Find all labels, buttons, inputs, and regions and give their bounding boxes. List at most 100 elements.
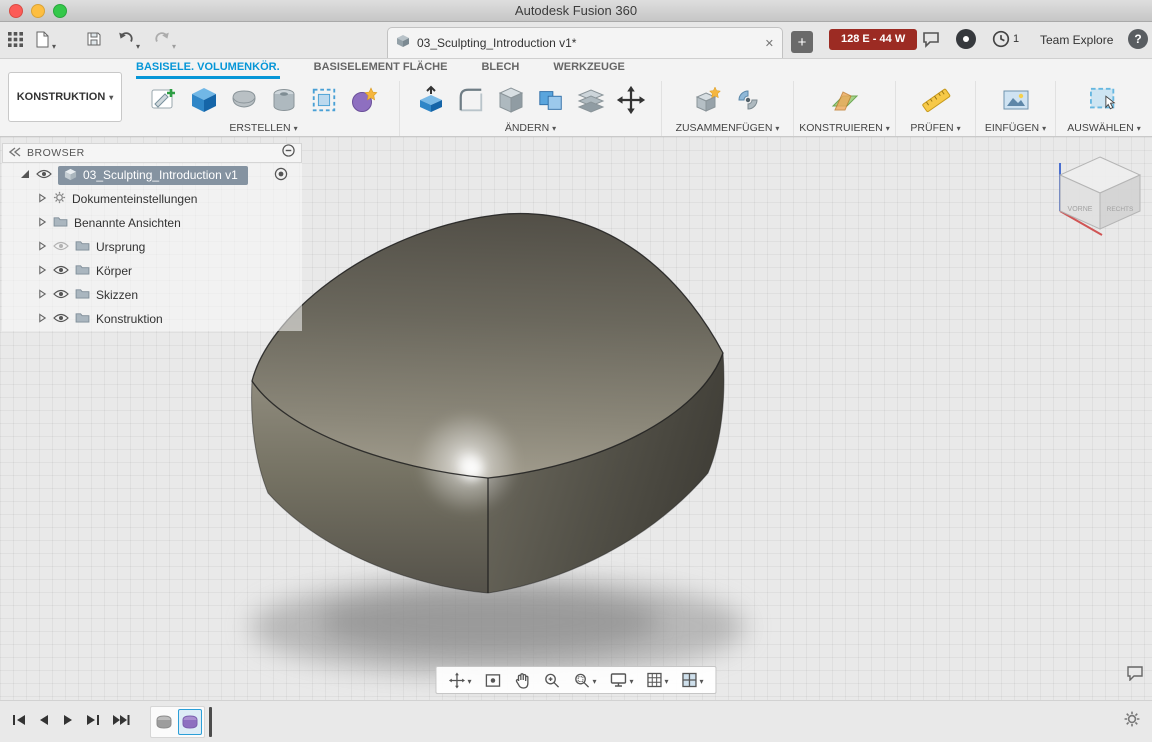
window-title: Autodesk Fusion 360 <box>514 3 638 18</box>
konstruieren-caret-icon <box>886 122 890 134</box>
konstruieren-dropdown[interactable]: KONSTRUIEREN <box>799 122 889 134</box>
step-back-button[interactable] <box>38 713 50 731</box>
root-visibility-eye-icon[interactable] <box>36 168 52 182</box>
pan-hand-button[interactable] <box>514 672 530 689</box>
tab-basiselement-flaeche[interactable]: BASISELEMENT FLÄCHE <box>314 61 448 79</box>
new-component-button[interactable] <box>691 83 725 117</box>
erstellen-dropdown[interactable]: ERSTELLEN <box>229 122 297 134</box>
tab-werkzeuge[interactable]: WERKZEUGE <box>553 61 625 79</box>
undo-caret-icon[interactable] <box>136 36 140 54</box>
box-primitive-button[interactable] <box>187 83 221 117</box>
activate-component-radio[interactable] <box>274 167 288 184</box>
expand-icon[interactable] <box>38 240 47 254</box>
expand-icon[interactable] <box>38 312 47 326</box>
timeline-feature-form-edit[interactable] <box>178 708 202 735</box>
zusammenfuegen-dropdown[interactable]: ZUSAMMENFÜGEN <box>676 122 780 134</box>
pattern-button[interactable] <box>307 83 341 117</box>
expand-icon[interactable] <box>38 288 47 302</box>
viewports-button[interactable] <box>682 671 704 689</box>
job-status-clock-icon[interactable] <box>992 30 1010 53</box>
browser-root-row[interactable]: 03_Sculpting_Introduction v1 <box>2 163 302 187</box>
zoom-window-button[interactable] <box>53 4 67 18</box>
look-at-button[interactable] <box>484 673 501 688</box>
canvas-comment-icon[interactable] <box>1126 665 1144 686</box>
move-button[interactable] <box>614 83 648 117</box>
expand-icon[interactable] <box>38 216 47 230</box>
visibility-eye-off-icon[interactable] <box>53 240 69 254</box>
redo-caret-icon[interactable] <box>172 36 176 54</box>
document-tab[interactable]: 03_Sculpting_Introduction v1* <box>387 27 783 58</box>
help-button[interactable]: ? <box>1128 29 1148 49</box>
close-tab-icon[interactable] <box>765 34 774 52</box>
fillet-button[interactable] <box>454 83 488 117</box>
orbit-button[interactable] <box>448 671 471 689</box>
collapse-all-icon[interactable] <box>282 144 295 162</box>
file-menu-icon[interactable] <box>34 31 50 53</box>
auswaehlen-dropdown[interactable]: AUSWÄHLEN <box>1067 122 1141 134</box>
combine-button[interactable] <box>534 83 568 117</box>
comments-icon[interactable] <box>922 31 940 53</box>
zoom-button[interactable] <box>543 672 560 689</box>
app-launcher-icon[interactable] <box>8 32 23 52</box>
browser-row-dokumenteinstellungen[interactable]: Dokumenteinstellungen <box>2 187 302 211</box>
fit-button[interactable] <box>573 671 596 689</box>
browser-row-benannte-ansichten[interactable]: Benannte Ansichten <box>2 211 302 235</box>
display-settings-button[interactable] <box>609 671 633 689</box>
visibility-eye-icon[interactable] <box>53 288 69 302</box>
browser-row-konstruktion[interactable]: Konstruktion <box>2 307 302 331</box>
browser-row-ursprung[interactable]: Ursprung <box>2 235 302 259</box>
close-window-button[interactable] <box>9 4 23 18</box>
save-button[interactable] <box>86 31 102 52</box>
play-button[interactable] <box>62 713 74 731</box>
viewport-canvas[interactable]: VORNE RECHTS BROWSER 03_Sculpting_Introd… <box>0 137 1152 700</box>
browser-row-skizzen[interactable]: Skizzen <box>2 283 302 307</box>
visibility-eye-icon[interactable] <box>53 312 69 326</box>
press-pull-button[interactable] <box>414 83 448 117</box>
create-sketch-button[interactable] <box>147 83 181 117</box>
rounded-form-button[interactable] <box>227 83 261 117</box>
select-button[interactable] <box>1087 83 1121 117</box>
construction-plane-button[interactable] <box>828 83 862 117</box>
measure-button[interactable] <box>919 83 953 117</box>
notifications-icon[interactable] <box>956 29 976 49</box>
timeline-feature-form-base[interactable] <box>153 710 175 734</box>
expand-root-icon[interactable] <box>20 168 30 182</box>
insert-image-button[interactable] <box>999 83 1033 117</box>
tab-blech[interactable]: BLECH <box>481 61 519 79</box>
shell-button[interactable] <box>494 83 528 117</box>
folder-icon <box>75 264 90 278</box>
timeline-position-marker[interactable] <box>209 706 212 737</box>
ribbon-groups: ERSTELLEN ÄNDERN ZUSAMMENFÜGEN <box>128 81 1152 136</box>
redo-button[interactable] <box>154 31 170 52</box>
browser-row-koerper[interactable]: Körper <box>2 259 302 283</box>
collapse-panel-icon[interactable] <box>8 144 21 162</box>
timeline-settings-gear-icon[interactable] <box>1124 711 1140 732</box>
split-body-button[interactable] <box>574 83 608 117</box>
new-tab-button[interactable] <box>791 31 813 53</box>
step-forward-button[interactable] <box>86 713 100 731</box>
team-explore-label[interactable]: Team Explore <box>1040 33 1113 47</box>
file-menu-caret-icon[interactable] <box>52 36 56 54</box>
timeline-features <box>150 705 205 738</box>
view-cube[interactable]: VORNE RECHTS <box>1046 149 1148 245</box>
joint-button[interactable] <box>731 83 765 117</box>
error-warning-badge[interactable]: 128 E - 44 W <box>829 29 918 50</box>
go-to-start-button[interactable] <box>12 713 26 731</box>
minimize-window-button[interactable] <box>31 4 45 18</box>
aendern-dropdown[interactable]: ÄNDERN <box>505 122 556 134</box>
pruefen-dropdown[interactable]: PRÜFEN <box>910 122 960 134</box>
active-document-chip[interactable]: 03_Sculpting_Introduction v1 <box>58 165 248 185</box>
tab-basisele-volumenkoer[interactable]: BASISELE. VOLUMENKÖR. <box>136 61 280 79</box>
expand-icon[interactable] <box>38 264 47 278</box>
undo-button[interactable] <box>118 31 134 52</box>
grid-snap-button[interactable] <box>647 671 669 689</box>
create-form-button[interactable] <box>347 83 381 117</box>
expand-icon[interactable] <box>38 192 47 206</box>
visibility-eye-icon[interactable] <box>53 264 69 278</box>
einfuegen-dropdown[interactable]: EINFÜGEN <box>985 122 1046 134</box>
browser-tree: 03_Sculpting_Introduction v1 Dokumentein… <box>2 163 302 331</box>
cylinder-primitive-button[interactable] <box>267 83 301 117</box>
go-to-end-button[interactable] <box>112 713 130 731</box>
row-label: Konstruktion <box>96 312 163 326</box>
workspace-selector[interactable]: KONSTRUKTION <box>8 72 122 122</box>
